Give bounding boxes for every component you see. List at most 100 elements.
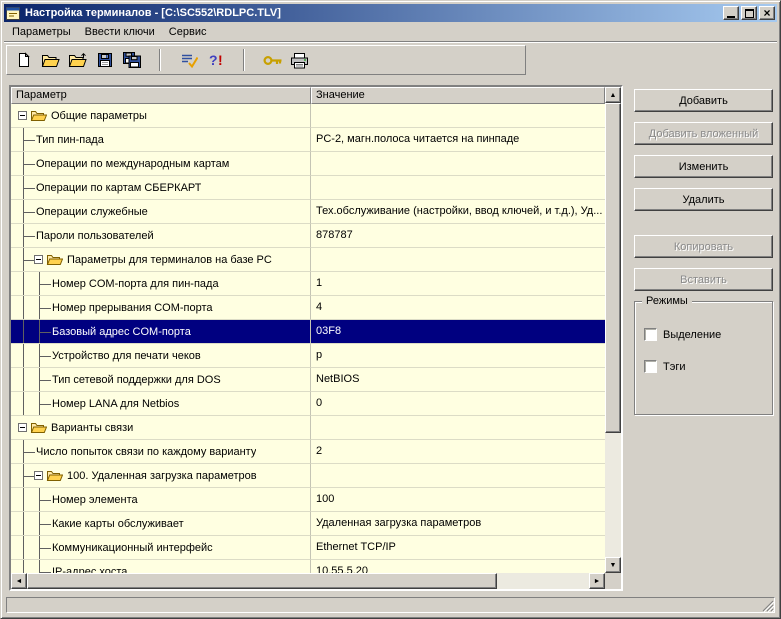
param-cell[interactable]: Варианты связи [11,416,311,440]
table-row[interactable]: Устройство для печати чеков p [11,344,605,368]
table-row[interactable]: Номер COM-порта для пин-пада 1 [11,272,605,296]
value-cell[interactable]: Ethernet TCP/IP [311,536,605,560]
value-cell[interactable]: Тех.обслуживание (настройки, ввод ключей… [311,200,605,224]
maximize-button[interactable] [741,6,757,20]
value-cell[interactable]: 03F8 [311,320,605,344]
checkbox-icon[interactable] [644,360,657,373]
add-button[interactable]: Добавить [634,89,773,112]
param-cell[interactable]: Операции служебные [11,200,311,224]
verify-keys-button[interactable] [175,48,202,72]
table-row[interactable]: Базовый адрес COM-порта 03F8 [11,320,605,344]
menu-enter-keys[interactable]: Ввести ключи [78,24,162,40]
tree-expander-icon[interactable] [34,471,43,480]
table-row[interactable]: Операции по международным картам [11,152,605,176]
close-button[interactable]: × [759,6,775,20]
param-cell[interactable]: Какие карты обслуживает [11,512,311,536]
value-cell[interactable]: 4 [311,296,605,320]
save-all-button[interactable] [118,48,145,72]
vertical-scrollbar[interactable]: ▲ ▼ [605,87,621,573]
table-row[interactable]: Пароли пользователей 878787 [11,224,605,248]
scroll-right-button[interactable]: ► [589,573,605,589]
toolbar: ?! [4,41,777,77]
table-row[interactable]: Какие карты обслуживает Удаленная загрузк… [11,512,605,536]
table-row[interactable]: Коммуникационный интерфейс Ethernet TCP/I… [11,536,605,560]
column-header-parameter[interactable]: Параметр [11,87,311,104]
checkbox-icon[interactable] [644,328,657,341]
param-cell[interactable]: Операции по международным картам [11,152,311,176]
column-header-value[interactable]: Значение [311,87,605,104]
resize-grip[interactable] [761,599,775,613]
scroll-left-button[interactable]: ◄ [11,573,27,589]
scroll-up-button[interactable]: ▲ [605,87,621,103]
folder-icon-image [46,471,63,481]
table-row[interactable]: IP-адрес хоста 10.55.5.20 [11,560,605,573]
print-button[interactable] [286,48,313,72]
open-add-button[interactable] [64,48,91,72]
table-row[interactable]: Число попыток связи по каждому варианту 2 [11,440,605,464]
param-cell[interactable]: Общие параметры [11,104,311,128]
tree-expander-icon[interactable] [34,255,43,264]
value-cell[interactable]: p [311,344,605,368]
menu-service[interactable]: Сервис [162,24,214,40]
value-cell[interactable]: 2 [311,440,605,464]
table-row[interactable]: Номер прерывания COM-порта 4 [11,296,605,320]
tree-expander-icon[interactable] [18,423,27,432]
value-cell[interactable]: 0 [311,392,605,416]
param-cell[interactable]: Устройство для печати чеков [11,344,311,368]
value-cell[interactable] [311,464,605,488]
table-row[interactable]: Общие параметры [11,104,605,128]
horizontal-scroll-thumb[interactable] [27,573,497,589]
selection-checkbox[interactable]: Выделение [644,328,763,341]
menu-parameters[interactable]: Параметры [5,24,78,40]
param-cell[interactable]: 100. Удаленная загрузка параметров [11,464,311,488]
horizontal-scrollbar[interactable]: ◄ ► [11,573,605,589]
table-row[interactable]: Тип пин-пада PC-2, магн.полоса читается н… [11,128,605,152]
tags-checkbox[interactable]: Тэги [644,360,763,373]
value-cell[interactable]: 878787 [311,224,605,248]
value-cell[interactable] [311,176,605,200]
param-cell[interactable]: Тип сетевой поддержки для DOS [11,368,311,392]
table-row[interactable]: Операции по картам СБЕРКАРТ [11,176,605,200]
value-cell[interactable] [311,104,605,128]
open-file-button[interactable] [37,48,64,72]
save-button[interactable] [91,48,118,72]
param-cell[interactable]: Номер LANA для Netbios [11,392,311,416]
table-row[interactable]: Параметры для терминалов на базе PC [11,248,605,272]
param-cell[interactable]: Номер COM-порта для пин-пада [11,272,311,296]
table-row[interactable]: Тип сетевой поддержки для DOS NetBIOS [11,368,605,392]
minimize-button[interactable] [723,6,739,20]
param-cell[interactable]: Коммуникационный интерфейс [11,536,311,560]
table-row[interactable]: Номер элемента 100 [11,488,605,512]
param-cell[interactable]: Параметры для терминалов на базе PC [11,248,311,272]
new-document-button[interactable] [10,48,37,72]
table-row[interactable]: Номер LANA для Netbios 0 [11,392,605,416]
value-cell[interactable] [311,248,605,272]
value-cell[interactable]: NetBIOS [311,368,605,392]
param-cell[interactable]: Номер прерывания COM-порта [11,296,311,320]
param-cell[interactable]: Операции по картам СБЕРКАРТ [11,176,311,200]
param-cell[interactable]: IP-адрес хоста [11,560,311,573]
param-cell[interactable]: Пароли пользователей [11,224,311,248]
titlebar[interactable]: Настройка терминалов - [C:\SC552\RDLPC.T… [4,4,777,22]
value-cell[interactable]: 10.55.5.20 [311,560,605,573]
value-cell[interactable] [311,416,605,440]
table-row[interactable]: 100. Удаленная загрузка параметров [11,464,605,488]
param-cell[interactable]: Число попыток связи по каждому варианту [11,440,311,464]
value-cell[interactable]: 1 [311,272,605,296]
value-cell[interactable]: Удаленная загрузка параметров [311,512,605,536]
table-row[interactable]: Варианты связи [11,416,605,440]
edit-button[interactable]: Изменить [634,155,773,178]
vertical-scroll-thumb[interactable] [605,103,621,433]
delete-button[interactable]: Удалить [634,188,773,211]
value-cell[interactable] [311,152,605,176]
param-cell[interactable]: Тип пин-пада [11,128,311,152]
value-cell[interactable]: 100 [311,488,605,512]
param-cell[interactable]: Номер элемента [11,488,311,512]
table-row[interactable]: Операции служебные Тех.обслуживание (наст… [11,200,605,224]
key-button[interactable] [259,48,286,72]
tree-expander-icon[interactable] [18,111,27,120]
scroll-down-button[interactable]: ▼ [605,557,621,573]
help-button[interactable]: ?! [202,48,229,72]
value-cell[interactable]: PC-2, магн.полоса читается на пинпаде [311,128,605,152]
param-cell[interactable]: Базовый адрес COM-порта [11,320,311,344]
